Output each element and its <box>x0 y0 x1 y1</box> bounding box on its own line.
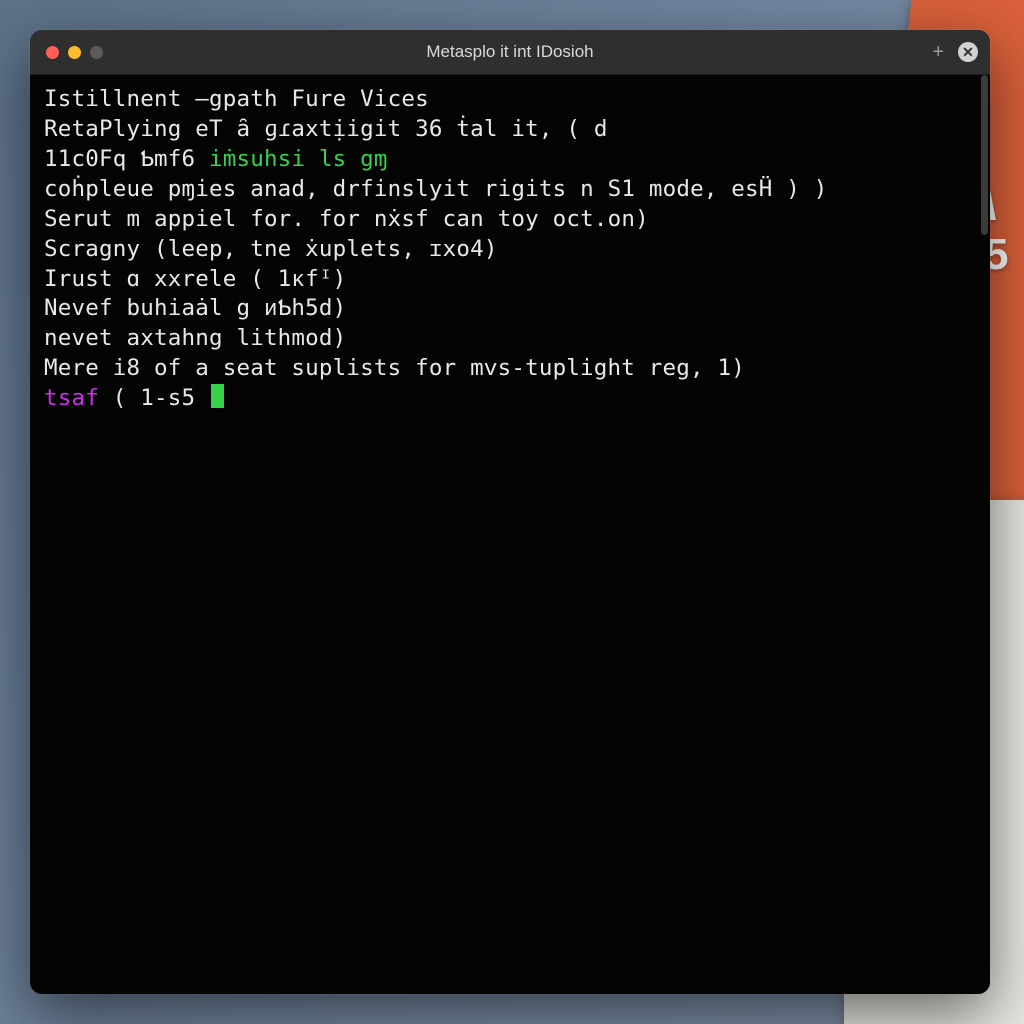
prompt-text: tsaf <box>44 385 99 411</box>
window-titlebar[interactable]: Metasplo it int IDosioh + ✕ <box>30 30 990 75</box>
window-controls <box>30 46 103 59</box>
close-icon[interactable] <box>46 46 59 59</box>
desktop-decoration-text: \ 5 <box>984 180 1024 380</box>
desktop-background: \ 5 Metasplo it int IDosioh + ✕ Istillne… <box>0 0 1024 1024</box>
output-line: Serut m appiel for. for nẋsf can toy oct… <box>44 205 976 235</box>
output-line: nevet axtahng lithmod) <box>44 324 976 354</box>
prompt-args: ( 1-s5 <box>99 385 209 411</box>
terminal-body[interactable]: Istillnent –gpath Fure VicesRetaPlying e… <box>30 75 990 994</box>
cursor-icon <box>211 384 224 408</box>
new-tab-icon[interactable]: + <box>932 42 944 62</box>
scrollbar-thumb[interactable] <box>981 75 988 235</box>
output-line: Istillnent –gpath Fure Vices <box>44 85 976 115</box>
maximize-icon[interactable] <box>90 46 103 59</box>
terminal-output: Istillnent –gpath Fure VicesRetaPlying e… <box>44 85 976 414</box>
terminal-window: Metasplo it int IDosioh + ✕ Istillnent –… <box>30 30 990 994</box>
output-line: coḣpleue pɱies anad, drfinslyit rigits n… <box>44 175 976 205</box>
output-line: 11c0Fq Ƅmf6 iṁsuhsi ls gɱ <box>44 145 976 175</box>
output-line: RetaPlying eT ȃ ɡɾaxtịigit 36 ṫal it, ( … <box>44 115 976 145</box>
output-line: Nevef buhiaȧl g ᴎƄh5d) <box>44 294 976 324</box>
output-line: Irust ɑ xxrele ( 1ᴋfᴵ) <box>44 265 976 295</box>
output-line: Scragny (leep, tne ẋuplets, ɪxo4) <box>44 235 976 265</box>
output-text: 11c0Fq Ƅmf6 <box>44 146 209 172</box>
output-line: Mere i8 of a seat suplists for mᴠs-tupli… <box>44 354 976 384</box>
titlebar-actions: + ✕ <box>932 42 978 62</box>
output-text-highlight: iṁsuhsi ls gɱ <box>209 146 388 172</box>
window-title: Metasplo it int IDosioh <box>30 42 990 62</box>
minimize-icon[interactable] <box>68 46 81 59</box>
prompt-line: tsaf ( 1-s5 <box>44 384 976 414</box>
close-tab-icon[interactable]: ✕ <box>958 42 978 62</box>
